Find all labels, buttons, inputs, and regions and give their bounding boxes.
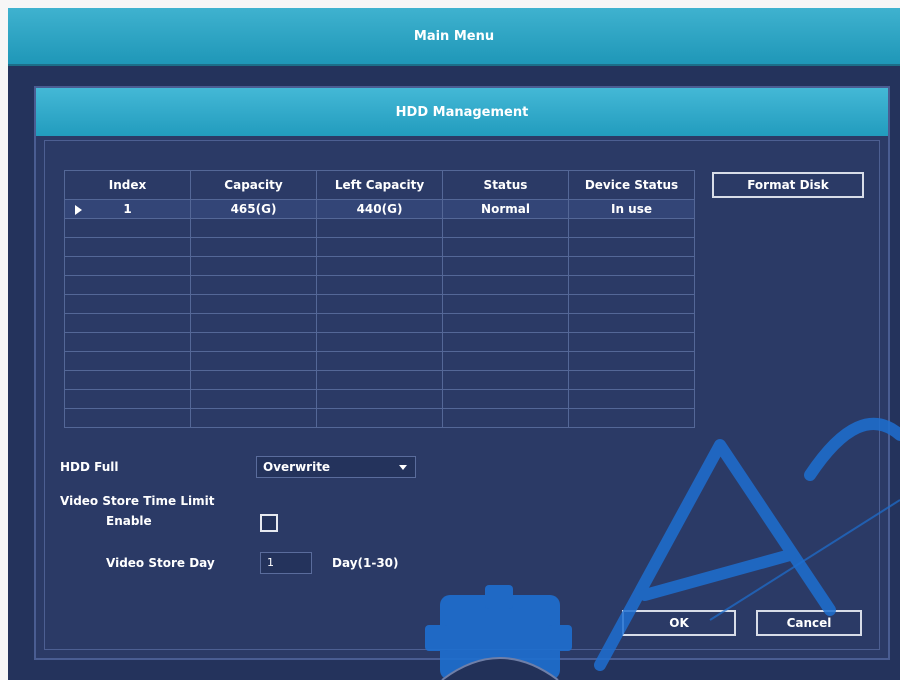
day-range-label: Day(1-30)	[332, 556, 399, 570]
table-row[interactable]	[64, 275, 695, 295]
header-left-capacity[interactable]: Left Capacity	[316, 170, 443, 200]
enable-label: Enable	[106, 514, 152, 528]
table-row[interactable]	[64, 256, 695, 276]
row-left-capacity: 440(G)	[316, 199, 443, 219]
header-device-status[interactable]: Device Status	[568, 170, 695, 200]
hdd-full-select[interactable]: Overwrite	[256, 456, 416, 478]
hdd-full-value: Overwrite	[263, 460, 331, 474]
table-row[interactable]	[64, 313, 695, 333]
table-row[interactable]	[64, 237, 695, 257]
ok-button[interactable]: OK	[622, 610, 736, 636]
row-device-status: In use	[568, 199, 695, 219]
header-capacity[interactable]: Capacity	[190, 170, 317, 200]
cancel-button[interactable]: Cancel	[756, 610, 862, 636]
header-status[interactable]: Status	[442, 170, 569, 200]
table-row[interactable]: 1 465(G) 440(G) Normal In use	[64, 199, 695, 219]
dialog-title-bar: HDD Management	[36, 88, 888, 136]
video-store-day-label: Video Store Day	[106, 556, 215, 570]
hdd-full-label: HDD Full	[60, 460, 119, 474]
dialog-title: HDD Management	[395, 104, 529, 120]
video-store-time-limit-label: Video Store Time Limit	[60, 494, 215, 508]
table-row[interactable]	[64, 370, 695, 390]
enable-checkbox[interactable]	[260, 514, 278, 532]
chevron-down-icon	[399, 465, 407, 470]
table-row[interactable]	[64, 389, 695, 409]
video-store-day-input[interactable]: 1	[260, 552, 312, 574]
play-arrow-icon	[75, 205, 82, 215]
row-index-cell: 1	[64, 199, 191, 219]
table-header-row: Index Capacity Left Capacity Status Devi…	[64, 170, 695, 200]
header-index[interactable]: Index	[64, 170, 191, 200]
main-menu-title: Main Menu	[413, 28, 495, 44]
main-menu-bar: Main Menu	[8, 8, 900, 66]
table-row[interactable]	[64, 218, 695, 238]
table-row[interactable]	[64, 408, 695, 428]
row-status: Normal	[442, 199, 569, 219]
table-row[interactable]	[64, 294, 695, 314]
table-row[interactable]	[64, 332, 695, 352]
format-disk-button[interactable]: Format Disk	[712, 172, 864, 198]
hdd-table: Index Capacity Left Capacity Status Devi…	[64, 170, 695, 428]
table-row[interactable]	[64, 351, 695, 371]
row-capacity: 465(G)	[190, 199, 317, 219]
row-index: 1	[123, 202, 132, 216]
